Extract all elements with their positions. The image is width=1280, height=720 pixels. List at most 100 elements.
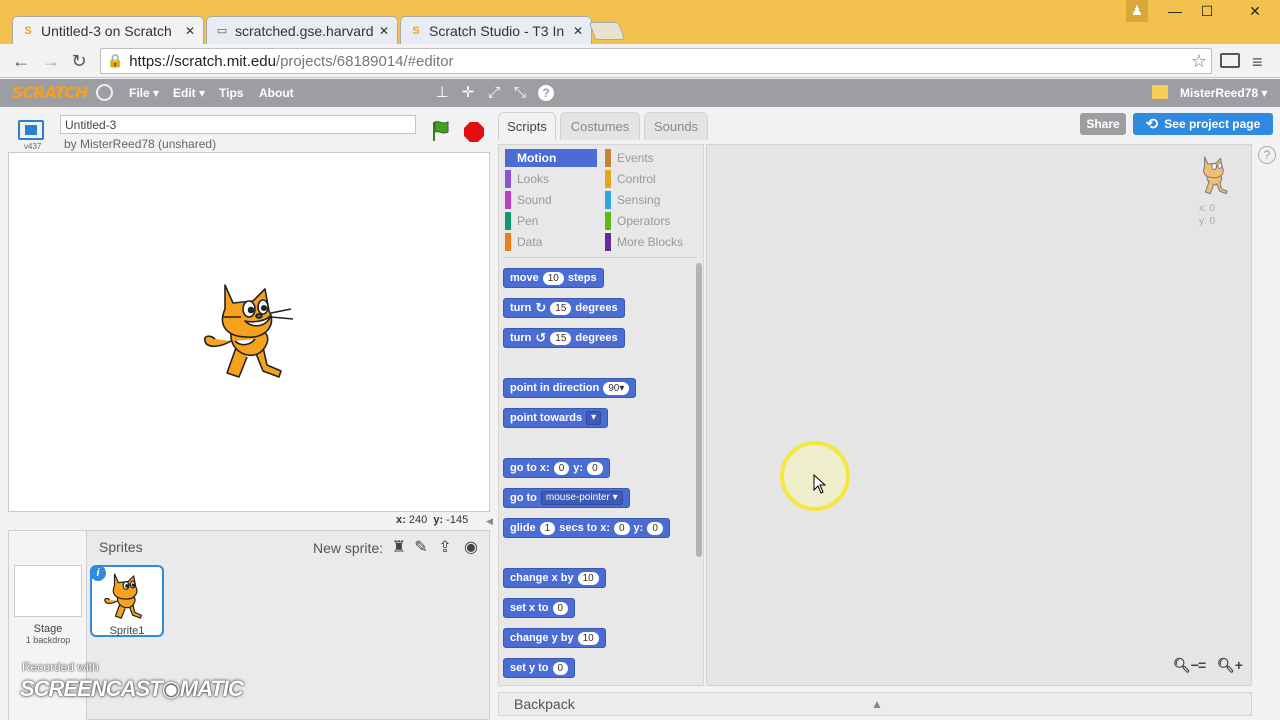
block-dropdown[interactable]: mouse-pointer ▾ [540, 491, 623, 505]
block-input[interactable]: 15 [550, 301, 572, 315]
close-icon[interactable]: ✕ [573, 24, 583, 38]
close-icon[interactable]: ✕ [379, 24, 389, 38]
share-button[interactable]: Share [1080, 113, 1126, 135]
tips-menu[interactable]: Tips [219, 86, 243, 100]
category-data[interactable]: Data [505, 233, 597, 251]
palette-divider [503, 257, 697, 258]
paint-brush-icon[interactable]: ✎ [411, 537, 431, 557]
block-go-to-xy[interactable]: go to x: 0 y: 0 [503, 458, 610, 478]
stop-sign-icon[interactable] [464, 122, 484, 142]
block-text: degrees [575, 302, 618, 314]
minimize-button[interactable]: — [1158, 0, 1192, 22]
camera-icon[interactable]: ◉ [461, 537, 481, 557]
file-menu[interactable]: File ▾ [129, 86, 159, 100]
category-sensing[interactable]: Sensing [605, 191, 697, 209]
block-input[interactable]: 10 [577, 571, 599, 585]
language-globe-icon[interactable] [96, 84, 113, 101]
profile-icon[interactable]: ♟ [1126, 0, 1148, 22]
category-label: Sensing [617, 193, 661, 207]
block-go-to[interactable]: go to mouse-pointer ▾ [503, 488, 630, 508]
block-input[interactable]: 1 [539, 521, 556, 535]
block-input[interactable]: 0 [552, 601, 569, 615]
grow-icon[interactable]: ⤢ [485, 83, 503, 101]
category-operators[interactable]: Operators [605, 212, 697, 230]
block-input[interactable]: 0 [587, 461, 603, 475]
block-input[interactable]: 0 [553, 461, 570, 475]
green-flag-icon[interactable] [432, 120, 450, 142]
category-looks[interactable]: Looks [505, 170, 597, 188]
scripts-workspace[interactable]: x: 0 y: 0 🔍︎− = 🔍︎+ [706, 144, 1252, 686]
block-move-steps[interactable]: move 10 steps [503, 268, 604, 288]
project-title-input[interactable] [60, 115, 416, 134]
sprite-library-icon[interactable]: ♜ [389, 537, 409, 557]
forward-icon[interactable]: → [40, 50, 62, 72]
help-icon[interactable]: ? [1258, 146, 1276, 164]
delete-cut-icon[interactable]: ✛ [459, 83, 477, 101]
category-color-bar [505, 191, 511, 209]
scratch-logo[interactable]: SCRATCH [12, 83, 88, 102]
tab-costumes[interactable]: Costumes [560, 112, 640, 140]
block-turn-right[interactable]: turn ↻ 15 degrees [503, 298, 625, 318]
block-input[interactable]: 0 [647, 521, 663, 535]
block-set-x[interactable]: set x to 0 [503, 598, 576, 618]
block-change-x[interactable]: change x by 10 [503, 568, 606, 588]
duplicate-stamp-icon[interactable]: ⊥ [433, 83, 451, 101]
backpack-panel[interactable]: Backpack ▲ [498, 692, 1252, 716]
presentation-mode-icon[interactable] [18, 120, 44, 140]
shrink-icon[interactable]: ⤡ [511, 83, 529, 101]
window-close-button[interactable]: ✕ [1238, 0, 1272, 22]
block-dropdown[interactable]: ▾ [586, 411, 602, 425]
block-point-towards[interactable]: point towards ▾ [503, 408, 609, 428]
sprite-thumbnail-sprite1[interactable]: i Sprite1 [90, 565, 164, 637]
block-input[interactable]: 90▾ [603, 381, 630, 395]
block-input[interactable]: 10 [542, 271, 564, 285]
browser-tab-scratched[interactable]: ▭ scratched.gse.harvard ✕ [206, 16, 398, 44]
category-motion[interactable]: Motion [505, 149, 597, 167]
close-icon[interactable]: ✕ [185, 24, 195, 38]
upload-icon[interactable]: ⇪ [435, 537, 455, 557]
block-input[interactable]: 10 [577, 631, 599, 645]
palette-scrollbar[interactable] [696, 263, 702, 557]
block-change-y[interactable]: change y by 10 [503, 628, 606, 648]
back-icon[interactable]: ← [10, 50, 32, 72]
category-events[interactable]: Events [605, 149, 697, 167]
category-sound[interactable]: Sound [505, 191, 597, 209]
category-more-blocks[interactable]: More Blocks [605, 233, 697, 251]
block-turn-left[interactable]: turn ↺ 15 degrees [503, 328, 625, 348]
browser-menu-icon[interactable]: ≡ [1252, 52, 1263, 73]
help-icon[interactable]: ? [538, 85, 554, 101]
block-input[interactable]: 0 [613, 521, 630, 535]
reload-icon[interactable]: ↻ [68, 50, 90, 72]
block-input[interactable]: 0 [552, 661, 569, 675]
about-menu[interactable]: About [259, 86, 294, 100]
browser-toolbar: ← → ↻ 🔒 https://scratch.mit.edu/projects… [0, 44, 1280, 78]
tab-sounds[interactable]: Sounds [644, 112, 708, 140]
collapse-stage-icon[interactable]: ◀ [486, 516, 493, 527]
expand-up-icon[interactable]: ▲ [871, 697, 883, 711]
see-project-page-button[interactable]: ⟲ See project page [1133, 113, 1273, 135]
block-point-in-direction[interactable]: point in direction 90▾ [503, 378, 637, 398]
tab-title: Scratch Studio - T3 In [429, 22, 565, 39]
zoom-in-icon[interactable]: 🔍︎+ [1217, 657, 1243, 674]
block-input[interactable]: 15 [550, 331, 572, 345]
tab-scripts[interactable]: Scripts [498, 112, 556, 140]
zoom-out-icon[interactable]: 🔍︎− [1173, 657, 1199, 674]
stage-thumbnail[interactable] [14, 565, 82, 617]
my-stuff-folder-icon[interactable] [1152, 85, 1168, 99]
block-set-y[interactable]: set y to 0 [503, 658, 576, 678]
browser-tab-studio[interactable]: S Scratch Studio - T3 In ✕ [400, 16, 592, 44]
account-menu[interactable]: MisterReed78 ▾ [1180, 86, 1267, 100]
edit-menu[interactable]: Edit ▾ [173, 86, 205, 100]
stage-canvas[interactable] [8, 152, 490, 512]
cast-icon[interactable] [1220, 53, 1240, 68]
bookmark-star-icon[interactable]: ☆ [1191, 51, 1207, 72]
zoom-reset-icon[interactable]: = [1198, 657, 1206, 673]
sprite-cat-on-stage[interactable] [201, 281, 301, 385]
category-control[interactable]: Control [605, 170, 697, 188]
browser-tab-scratch-editor[interactable]: S Untitled-3 on Scratch ✕ [12, 16, 204, 44]
address-bar[interactable]: 🔒 https://scratch.mit.edu/projects/68189… [100, 48, 1212, 74]
category-pen[interactable]: Pen [505, 212, 597, 230]
maximize-button[interactable]: ☐ [1190, 0, 1224, 22]
block-glide[interactable]: glide 1 secs to x: 0 y: 0 [503, 518, 670, 538]
new-tab-button[interactable] [588, 22, 626, 40]
